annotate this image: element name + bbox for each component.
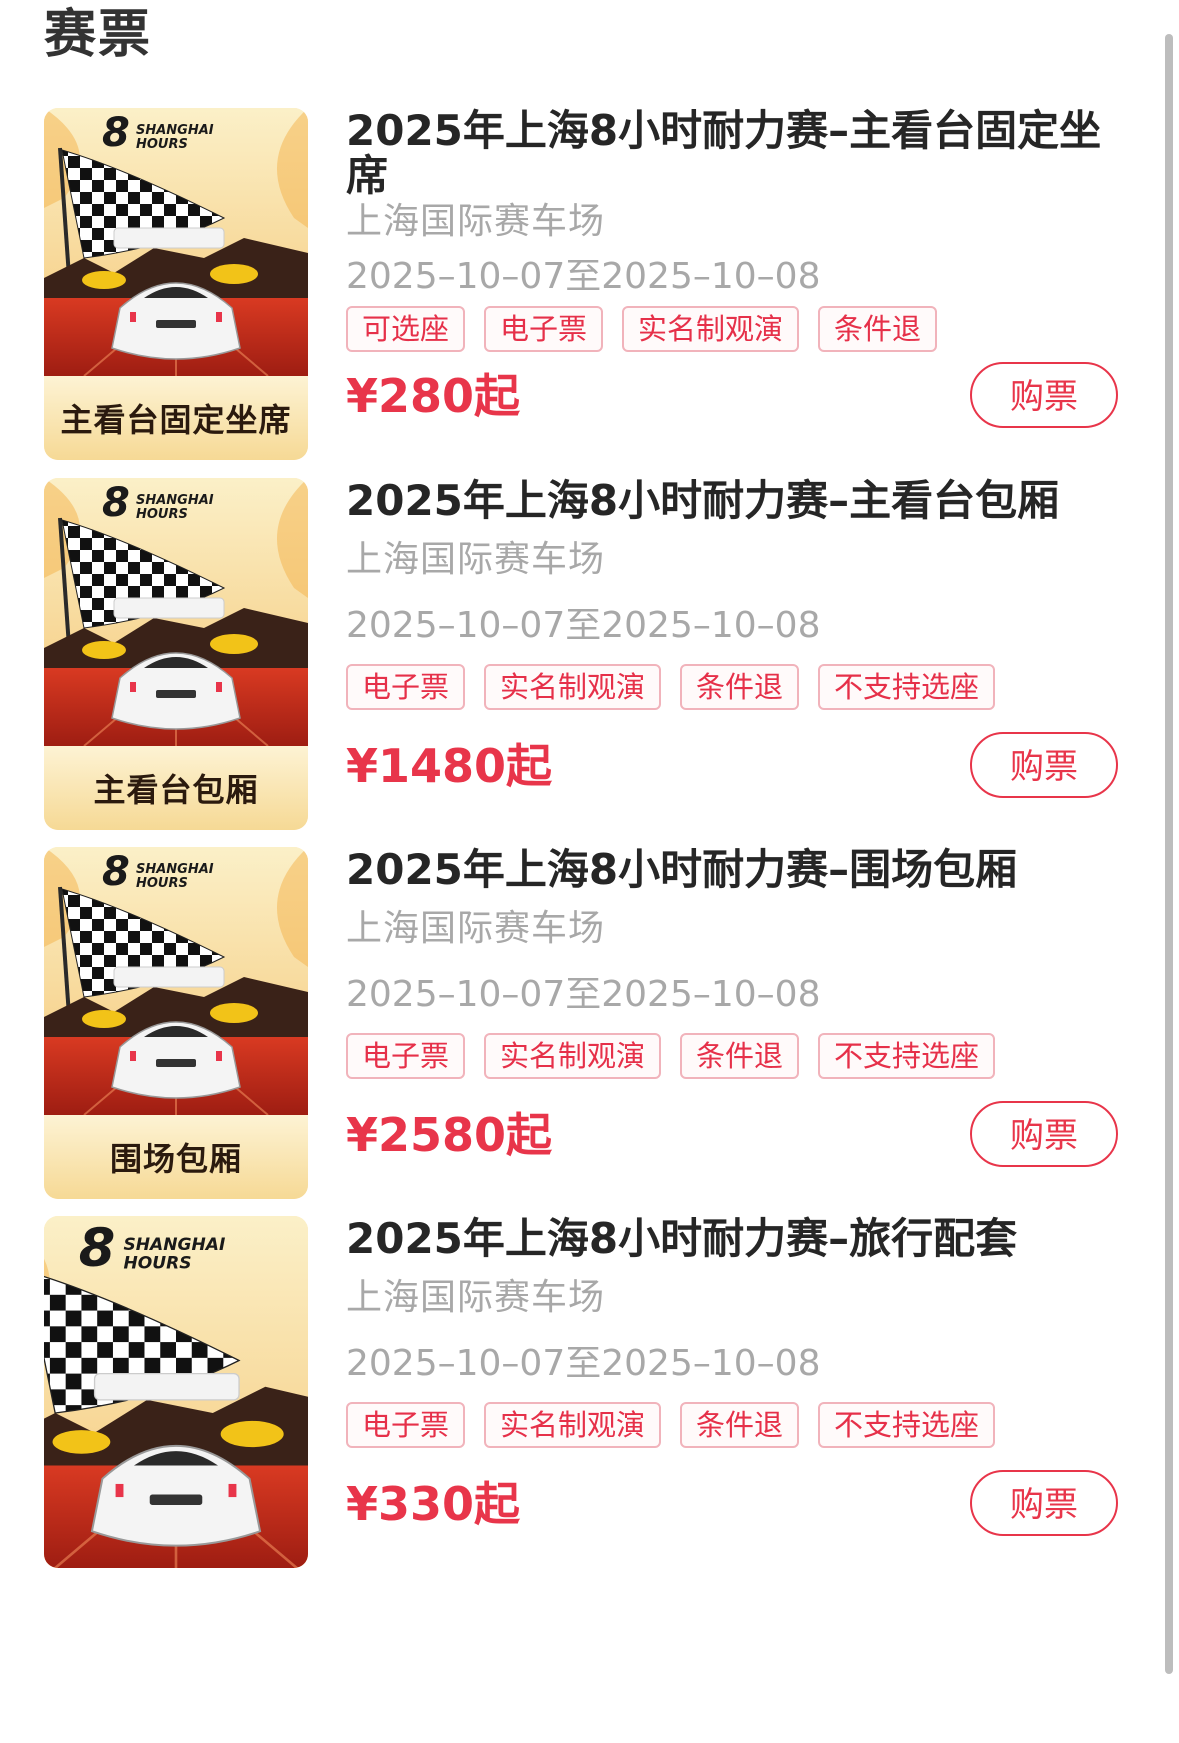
event-dates: 2025–10–07至2025–10–08: [346, 974, 821, 1015]
venue: 上海国际赛车场: [346, 539, 606, 580]
tag: 电子票: [346, 1402, 466, 1448]
event-dates: 2025–10–07至2025–10–08: [346, 1343, 821, 1384]
event-dates: 2025–10–07至2025–10–08: [346, 256, 821, 297]
poster-caption: 主看台包厢: [44, 746, 308, 830]
tag-list: 电子票 实名制观演 条件退 不支持选座: [346, 1033, 996, 1079]
tag: 电子票: [346, 1033, 466, 1079]
tag: 电子票: [346, 664, 466, 710]
event-poster[interactable]: 围场包厢: [44, 847, 308, 1199]
scrollbar[interactable]: [1165, 34, 1173, 1674]
event-dates: 2025–10–07至2025–10–08: [346, 605, 821, 646]
tag: 条件退: [680, 1033, 800, 1079]
tag: 不支持选座: [818, 1033, 996, 1079]
buy-ticket-button[interactable]: 购票: [970, 362, 1118, 428]
event-poster[interactable]: 主看台包厢: [44, 478, 308, 830]
poster-artwork: [44, 478, 308, 746]
ticket-card[interactable]: 主看台包厢 2025年上海8小时耐力赛–主看台包厢 上海国际赛车场 2025–1…: [44, 478, 1144, 838]
poster-artwork: [44, 1216, 308, 1568]
tag-list: 电子票 实名制观演 条件退 不支持选座: [346, 664, 996, 710]
price: ¥2580起: [346, 1108, 553, 1162]
buy-ticket-button[interactable]: 购票: [970, 1470, 1118, 1536]
tag: 实名制观演: [484, 1402, 662, 1448]
ticket-title[interactable]: 2025年上海8小时耐力赛–主看台固定坐席: [346, 108, 1106, 198]
venue: 上海国际赛车场: [346, 201, 606, 242]
buy-ticket-button[interactable]: 购票: [970, 1101, 1118, 1167]
tag-list: 电子票 实名制观演 条件退 不支持选座: [346, 1402, 996, 1448]
tag: 条件退: [818, 306, 938, 352]
tag: 条件退: [680, 664, 800, 710]
tag: 可选座: [346, 306, 466, 352]
poster-caption: 围场包厢: [44, 1115, 308, 1199]
tag: 不支持选座: [818, 664, 996, 710]
buy-ticket-button[interactable]: 购票: [970, 732, 1118, 798]
ticket-title[interactable]: 2025年上海8小时耐力赛–旅行配套: [346, 1216, 1106, 1261]
poster-caption: 主看台固定坐席: [44, 376, 308, 460]
ticket-card[interactable]: 围场包厢 2025年上海8小时耐力赛–围场包厢 上海国际赛车场 2025–10–…: [44, 847, 1144, 1207]
poster-artwork: [44, 847, 308, 1115]
ticket-card[interactable]: 主看台固定坐席 2025年上海8小时耐力赛–主看台固定坐席 上海国际赛车场 20…: [44, 108, 1144, 468]
event-poster[interactable]: [44, 1216, 308, 1568]
venue: 上海国际赛车场: [346, 1277, 606, 1318]
tag-list: 可选座 电子票 实名制观演 条件退: [346, 306, 938, 352]
event-poster[interactable]: 主看台固定坐席: [44, 108, 308, 460]
tag: 不支持选座: [818, 1402, 996, 1448]
ticket-title[interactable]: 2025年上海8小时耐力赛–主看台包厢: [346, 478, 1106, 523]
section-title: 赛票: [44, 5, 153, 65]
price: ¥1480起: [346, 739, 553, 793]
venue: 上海国际赛车场: [346, 908, 606, 949]
tag: 实名制观演: [484, 1033, 662, 1079]
tag: 实名制观演: [622, 306, 800, 352]
price: ¥330起: [346, 1477, 521, 1531]
ticket-card[interactable]: 2025年上海8小时耐力赛–旅行配套 上海国际赛车场 2025–10–07至20…: [44, 1216, 1144, 1576]
tag: 实名制观演: [484, 664, 662, 710]
price: ¥280起: [346, 369, 521, 423]
poster-artwork: [44, 108, 308, 376]
ticket-title[interactable]: 2025年上海8小时耐力赛–围场包厢: [346, 847, 1106, 892]
tag: 电子票: [484, 306, 604, 352]
tag: 条件退: [680, 1402, 800, 1448]
